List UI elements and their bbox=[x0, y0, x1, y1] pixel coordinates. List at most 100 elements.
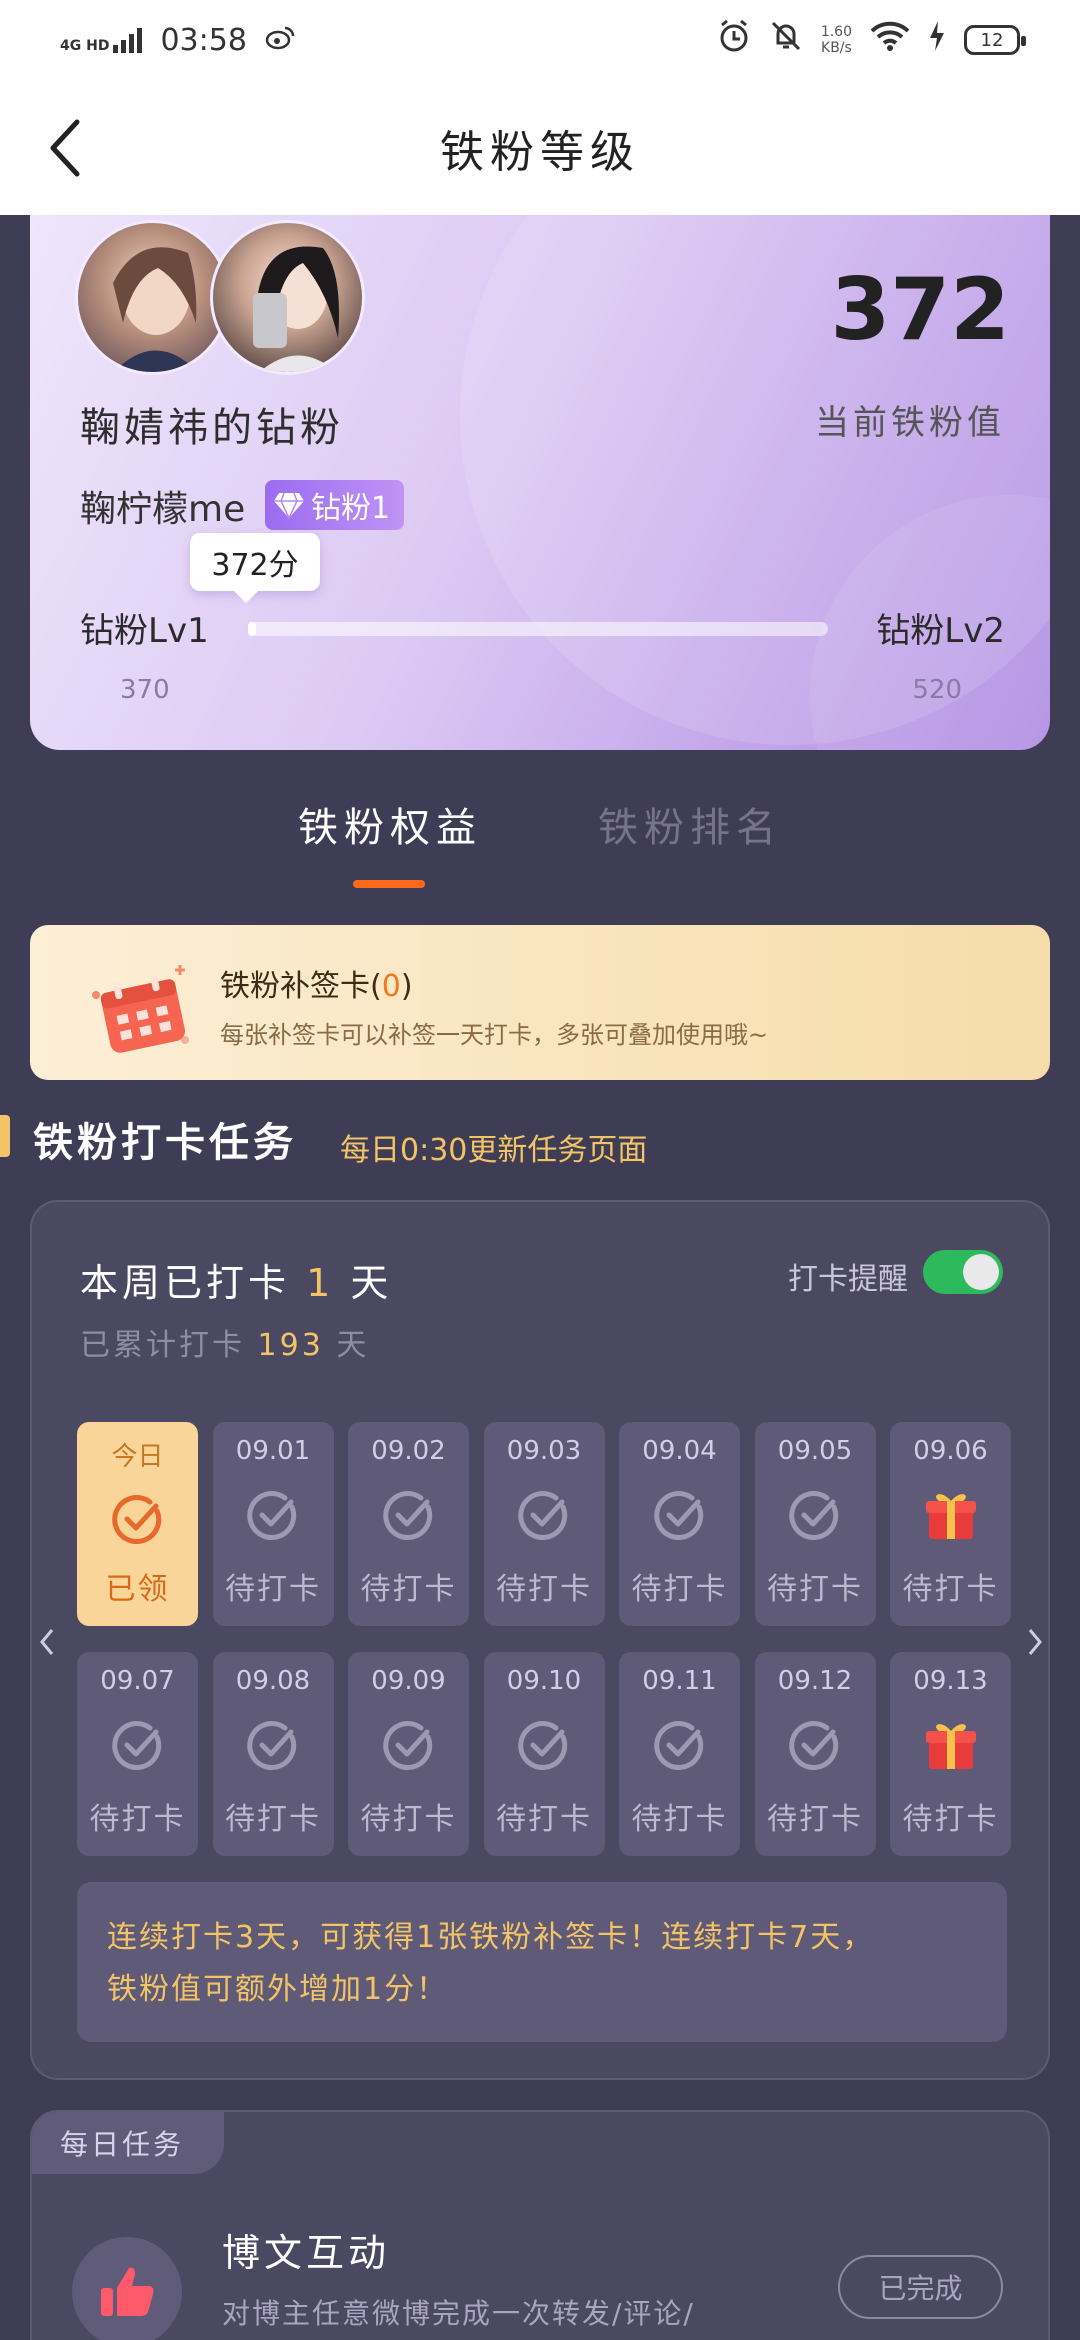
total-suffix: 天 bbox=[336, 1328, 370, 1363]
speed-value: 1.60 bbox=[820, 24, 852, 40]
day-cell[interactable]: 09.11 待打卡 bbox=[619, 1652, 740, 1856]
day-date: 09.03 bbox=[506, 1436, 582, 1466]
check-icon bbox=[787, 1487, 843, 1543]
day-status: 待打卡 bbox=[496, 1572, 592, 1607]
day-cell[interactable]: 09.05 待打卡 bbox=[754, 1422, 876, 1626]
wifi-icon bbox=[870, 21, 910, 59]
avatar-star[interactable] bbox=[75, 220, 230, 375]
level-badge: 钻粉1 bbox=[265, 480, 405, 530]
week-checkin-summary: 本周已打卡 1 天 bbox=[80, 1252, 392, 1307]
check-icon bbox=[787, 1717, 843, 1773]
checkin-rules-tip: 连续打卡3天，可获得1张铁粉补签卡！连续打卡7天， 铁粉值可额外增加1分！ bbox=[77, 1882, 1007, 2042]
day-date: 09.04 bbox=[642, 1436, 717, 1466]
task-description: 对博主任意微博完成一次转发/评论/ bbox=[222, 2297, 695, 2330]
next-week-button[interactable] bbox=[1020, 1622, 1050, 1662]
profile-card: 372 当前铁粉值 鞠婧祎的钻粉 鞠柠檬me 钻粉1 372分 钻粉Lv1 钻粉… bbox=[30, 215, 1050, 750]
makeup-card-title: 铁粉补签卡(0) bbox=[220, 961, 413, 1005]
day-status: 待打卡 bbox=[767, 1802, 863, 1837]
check-icon bbox=[652, 1717, 708, 1773]
checkin-calendar: 今日 已领 09.01 待打卡 09.02 待打卡 09.03 待打卡 09.04 待打卡 09.0… bbox=[77, 1422, 1011, 1856]
day-cell[interactable]: 09.13 待打卡 bbox=[890, 1652, 1011, 1856]
day-status: 待打卡 bbox=[631, 1572, 728, 1607]
day-date: 09.05 bbox=[777, 1436, 853, 1466]
tip-line-2: 铁粉值可额外增加1分！ bbox=[107, 1972, 449, 2007]
day-status: 待打卡 bbox=[225, 1572, 321, 1607]
daily-task-card: 每日任务 博文互动 对博主任意微博完成一次转发/评论/ 已完成 bbox=[30, 2110, 1050, 2340]
makeup-title-end: ) bbox=[400, 969, 413, 1004]
makeup-title-text: 铁粉补签卡( bbox=[220, 969, 382, 1004]
day-status: 待打卡 bbox=[89, 1802, 186, 1837]
day-status: 待打卡 bbox=[360, 1572, 457, 1607]
total-count: 193 bbox=[257, 1328, 324, 1363]
day-cell[interactable]: 09.06 待打卡 bbox=[890, 1422, 1011, 1626]
alarm-icon bbox=[717, 19, 751, 61]
chevron-left-icon bbox=[50, 119, 80, 176]
day-cell[interactable]: 09.10 待打卡 bbox=[483, 1652, 605, 1856]
day-cell-today[interactable]: 今日 已领 bbox=[77, 1422, 198, 1626]
gift-icon bbox=[923, 1717, 979, 1773]
mute-icon bbox=[769, 19, 803, 61]
day-date: 09.11 bbox=[642, 1666, 717, 1696]
day-status: 待打卡 bbox=[496, 1802, 592, 1837]
day-cell[interactable]: 09.12 待打卡 bbox=[754, 1652, 876, 1856]
network-label: 4G HD bbox=[60, 38, 110, 54]
day-cell[interactable]: 09.08 待打卡 bbox=[212, 1652, 334, 1856]
chevron-right-icon bbox=[1028, 1629, 1042, 1655]
check-icon bbox=[516, 1487, 572, 1543]
tip-line-1: 连续打卡3天，可获得1张铁粉补签卡！连续打卡7天， bbox=[107, 1920, 875, 1955]
level-max-value: 520 bbox=[912, 675, 962, 705]
day-status: 待打卡 bbox=[360, 1802, 457, 1837]
week-prefix: 本周已打卡 bbox=[80, 1261, 291, 1305]
score-tooltip: 372分 bbox=[190, 533, 320, 603]
day-date: 09.10 bbox=[506, 1666, 582, 1696]
day-cell[interactable]: 09.04 待打卡 bbox=[619, 1422, 740, 1626]
signal-icon: 4G HD bbox=[60, 27, 143, 54]
score-label: 当前铁粉值 bbox=[815, 403, 1005, 443]
day-status: 待打卡 bbox=[902, 1572, 999, 1607]
check-icon bbox=[245, 1487, 301, 1543]
page-header: 铁粉等级 bbox=[0, 80, 1080, 215]
net-speed: 1.60 KB/s bbox=[821, 24, 852, 56]
fan-score: 372 bbox=[830, 260, 1010, 360]
tab-fan-benefits[interactable]: 铁粉权益 bbox=[298, 795, 482, 853]
calendar-icon bbox=[92, 965, 189, 1053]
day-date: 09.12 bbox=[777, 1666, 853, 1696]
check-icon bbox=[381, 1717, 437, 1773]
page-title: 铁粉等级 bbox=[440, 126, 640, 178]
day-cell[interactable]: 09.02 待打卡 bbox=[348, 1422, 469, 1626]
charging-icon bbox=[928, 21, 946, 59]
reminder-toggle[interactable] bbox=[923, 1250, 1003, 1294]
daily-task-tag: 每日任务 bbox=[32, 2112, 225, 2174]
day-date: 09.09 bbox=[371, 1666, 446, 1696]
user-nickname: 鞠柠檬me bbox=[80, 489, 246, 530]
fan-group-name: 鞠婧祎的钻粉 bbox=[80, 405, 344, 451]
day-date: 今日 bbox=[111, 1442, 164, 1472]
clock: 03:58 bbox=[160, 22, 247, 58]
chevron-left-icon bbox=[40, 1629, 54, 1655]
level-progress-fill bbox=[248, 622, 256, 636]
day-status: 待打卡 bbox=[902, 1802, 999, 1837]
check-icon bbox=[110, 1491, 166, 1547]
check-icon bbox=[110, 1717, 166, 1773]
task-title: 博文互动 bbox=[222, 2231, 391, 2275]
day-cell[interactable]: 09.09 待打卡 bbox=[348, 1652, 469, 1856]
makeup-card-banner[interactable]: 铁粉补签卡(0) 每张补签卡可以补签一天打卡，多张可叠加使用哦~ bbox=[30, 925, 1050, 1080]
task-status-button[interactable]: 已完成 bbox=[838, 2255, 1003, 2319]
tab-fan-ranking[interactable]: 铁粉排名 bbox=[598, 795, 782, 853]
prev-week-button[interactable] bbox=[32, 1622, 62, 1662]
section-subtitle: 每日0:30更新任务页面 bbox=[340, 1133, 648, 1168]
avatar-user[interactable] bbox=[210, 220, 365, 375]
day-cell[interactable]: 09.01 待打卡 bbox=[212, 1422, 334, 1626]
check-icon bbox=[652, 1487, 708, 1543]
back-button[interactable] bbox=[30, 110, 100, 185]
section-marker bbox=[0, 1115, 10, 1157]
day-status: 待打卡 bbox=[767, 1572, 863, 1607]
status-right: 1.60 KB/s 12 bbox=[717, 19, 1026, 61]
check-icon bbox=[381, 1487, 437, 1543]
day-cell[interactable]: 09.03 待打卡 bbox=[483, 1422, 605, 1626]
checkin-card: 本周已打卡 1 天 已累计打卡 193 天 打卡提醒 今日 已领 09.01 待打卡 0… bbox=[30, 1200, 1050, 2080]
day-cell[interactable]: 09.07 待打卡 bbox=[77, 1652, 198, 1856]
thumbs-up-icon bbox=[72, 2237, 182, 2340]
tab-bar: 铁粉权益 铁粉排名 bbox=[0, 795, 1080, 905]
day-date: 09.08 bbox=[235, 1666, 311, 1696]
